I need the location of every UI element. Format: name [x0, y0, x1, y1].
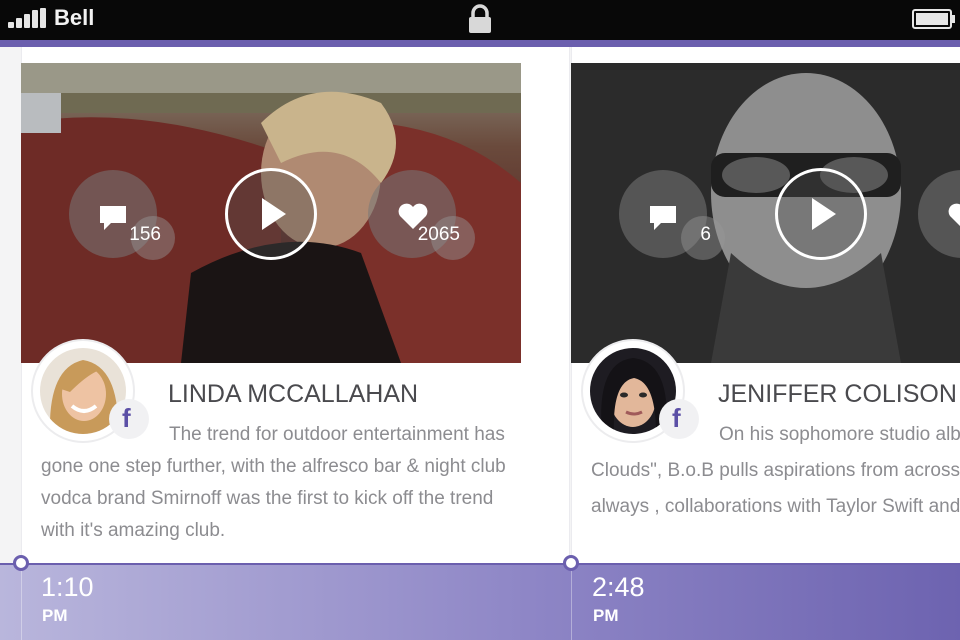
- play-icon: [262, 198, 286, 230]
- comments-count: 156: [129, 224, 161, 245]
- heart-icon: [948, 203, 960, 226]
- post-text-line: with it's amazing club.: [41, 520, 226, 541]
- timeline-time: 2:48: [592, 572, 645, 602]
- post-text-line: Clouds", B.o.B pulls aspirations from ac…: [591, 460, 960, 481]
- battery-full-icon: [912, 9, 955, 29]
- feed-card[interactable]: 156 2065 f LINDA MCCALLAHAN The trend fo: [21, 47, 570, 563]
- timeline-divider: [21, 565, 22, 640]
- carrier-name: Bell: [54, 5, 95, 30]
- post-text-line: The trend for outdoor entertainment has: [169, 424, 505, 445]
- status-bar: Bell: [0, 0, 960, 40]
- post-text-line: always , collaborations with Taylor Swif…: [591, 496, 960, 517]
- timeline-divider: [571, 565, 572, 640]
- facebook-badge[interactable]: f: [659, 399, 699, 439]
- video-thumbnail[interactable]: 156 2065: [21, 63, 521, 363]
- likes-count: 2065: [417, 224, 460, 245]
- post-text-line: vodca brand Smirnoff was the first to ki…: [41, 488, 494, 509]
- header-accent-line: [0, 40, 960, 47]
- timeline-node[interactable]: [563, 555, 579, 571]
- lock-icon: [469, 4, 491, 33]
- feed-card[interactable]: 6 f JENIFFER COLISON On his sophomore st: [571, 47, 960, 563]
- post-text-line: gone one step further, with the alfresco…: [41, 456, 506, 477]
- timeline-ampm: PM: [42, 606, 68, 625]
- timeline-node[interactable]: [13, 555, 29, 571]
- facebook-icon: f: [122, 403, 131, 433]
- signal-bars-icon: [8, 8, 48, 28]
- play-button[interactable]: [775, 168, 867, 260]
- post-text-line: On his sophomore studio alb: [719, 424, 960, 445]
- timeline-ampm: PM: [593, 606, 619, 625]
- timeline-bar[interactable]: [0, 563, 960, 640]
- timeline-time: 1:10: [41, 572, 94, 602]
- comments-count: 6: [700, 224, 711, 245]
- facebook-badge[interactable]: f: [109, 399, 149, 439]
- facebook-icon: f: [672, 403, 681, 433]
- play-icon: [812, 198, 836, 230]
- video-thumbnail[interactable]: 6: [571, 63, 960, 363]
- author-name[interactable]: LINDA MCCALLAHAN: [168, 380, 418, 409]
- play-button[interactable]: [225, 168, 317, 260]
- author-name[interactable]: JENIFFER COLISON: [718, 380, 957, 409]
